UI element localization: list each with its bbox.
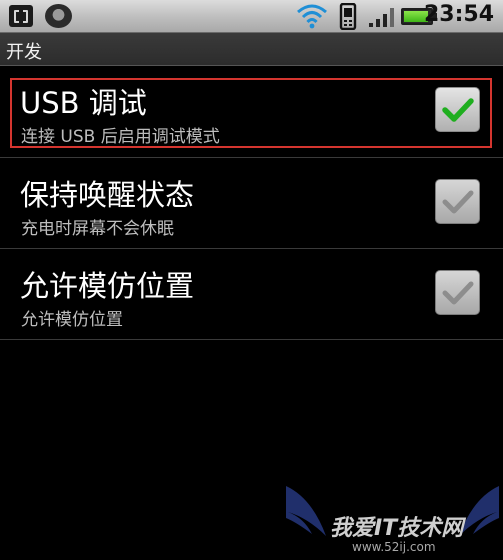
- title-bar: 开发: [0, 33, 503, 66]
- watermark: 我爱IT技术网 www.52ij.com: [282, 478, 503, 560]
- setting-mock-location[interactable]: 允许模仿位置 允许模仿位置: [0, 249, 503, 340]
- status-bar: 23:54: [0, 0, 503, 33]
- setting-title: 保持唤醒状态: [20, 178, 195, 212]
- setting-summary: 允许模仿位置: [21, 310, 123, 330]
- checkmark-icon: [442, 190, 474, 214]
- setting-summary: 充电时屏幕不会休眠: [21, 219, 174, 239]
- setting-usb-debugging[interactable]: USB 调试 连接 USB 后启用调试模式: [0, 66, 503, 158]
- stay-awake-checkbox[interactable]: [435, 179, 480, 224]
- checkmark-icon: [442, 281, 474, 305]
- setting-title: 允许模仿位置: [20, 269, 195, 303]
- app-icon: [9, 5, 33, 27]
- usb-debugging-checkbox[interactable]: [435, 87, 480, 132]
- mock-location-checkbox[interactable]: [435, 270, 480, 315]
- phone-icon: [339, 3, 357, 30]
- wifi-icon: [297, 4, 327, 29]
- settings-list: USB 调试 连接 USB 后启用调试模式 保持唤醒状态 充电时屏幕不会休眠 允…: [0, 66, 503, 340]
- checkmark-icon: [442, 98, 474, 122]
- setting-title: USB 调试: [20, 86, 147, 120]
- setting-summary: 连接 USB 后启用调试模式: [21, 127, 220, 147]
- watermark-url: www.52ij.com: [352, 540, 436, 554]
- page-title: 开发: [6, 42, 42, 63]
- setting-stay-awake[interactable]: 保持唤醒状态 充电时屏幕不会休眠: [0, 158, 503, 249]
- clock: 23:54: [423, 2, 494, 27]
- app-round-icon: [45, 4, 72, 28]
- screen: 23:54 开发 USB 调试 连接 USB 后启用调试模式 保持唤醒状态 充电…: [0, 0, 503, 560]
- watermark-text: 我爱IT技术网: [330, 516, 464, 541]
- signal-icon: [369, 8, 394, 27]
